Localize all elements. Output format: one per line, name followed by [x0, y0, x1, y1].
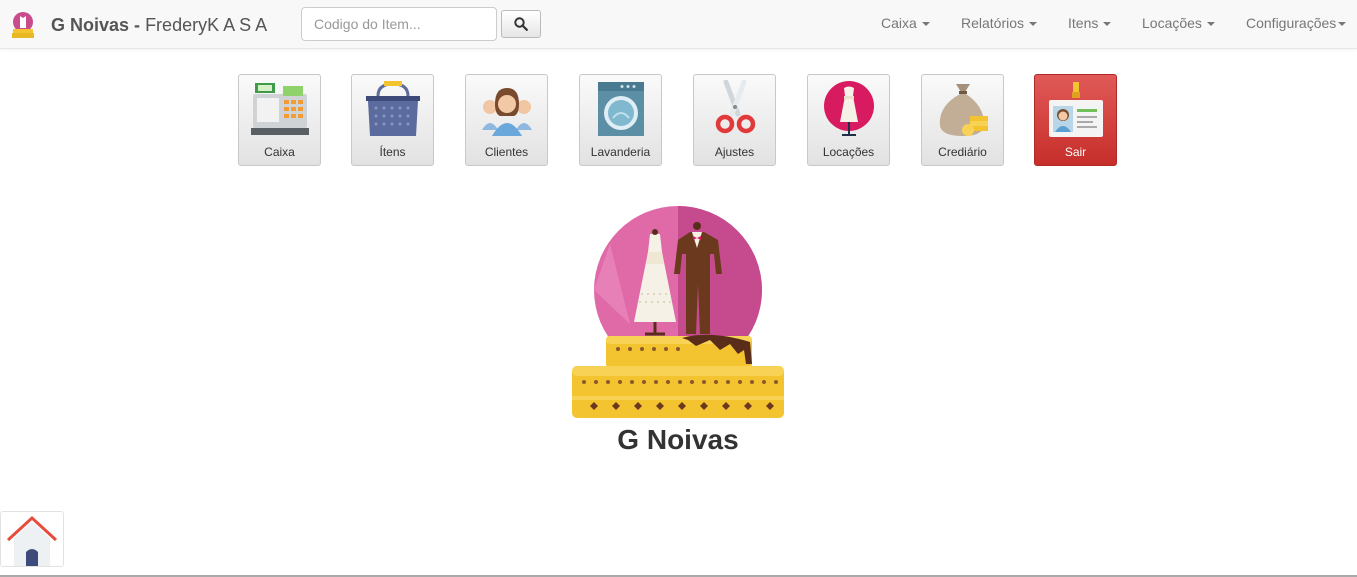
tile-clientes-label: Clientes — [484, 145, 529, 159]
menu-caixa-label: Caixa — [881, 15, 917, 31]
tile-caixa[interactable]: Caixa — [238, 74, 321, 166]
scissors-icon — [715, 80, 756, 134]
search-icon — [514, 17, 528, 31]
brand-separator: - — [134, 15, 141, 35]
search-input[interactable] — [301, 7, 497, 41]
tile-sair[interactable]: Sair — [1034, 74, 1117, 166]
brand-title[interactable]: G Noivas - FrederyK A S A — [51, 14, 267, 36]
tile-caixa-label: Caixa — [264, 145, 295, 159]
brand-name: G Noivas — [51, 15, 130, 35]
chevron-down-icon — [1338, 22, 1347, 27]
id-badge-icon — [1049, 82, 1103, 137]
main-title: G Noivas — [617, 424, 739, 455]
tile-itens[interactable]: Ítens — [351, 74, 434, 166]
money-bag-icon — [939, 84, 988, 136]
menu-relatorios[interactable]: Relatórios — [961, 15, 1038, 31]
menu-configuracoes-label: Configurações — [1246, 15, 1337, 31]
menu-configuracoes[interactable]: Configurações — [1246, 15, 1347, 31]
menu-relatorios-label: Relatórios — [961, 15, 1025, 31]
washing-machine-icon — [598, 82, 644, 136]
chevron-down-icon — [1103, 22, 1112, 27]
people-icon — [482, 88, 532, 136]
chevron-down-icon — [1206, 22, 1215, 27]
cash-register-icon — [251, 83, 309, 135]
menu-caixa[interactable]: Caixa — [881, 15, 930, 31]
tile-clientes[interactable]: Clientes — [465, 74, 548, 166]
tile-ajustes[interactable]: Ajustes — [693, 74, 776, 166]
top-navbar: G Noivas - FrederyK A S A Caixa Relatóri… — [0, 0, 1357, 49]
brand-company: FrederyK A S A — [145, 15, 268, 35]
chevron-down-icon — [921, 22, 930, 27]
tile-crediario-label: Crediário — [938, 145, 987, 159]
wedding-logo-icon — [572, 206, 784, 418]
tile-locacoes-label: Locações — [822, 145, 875, 159]
tile-locacoes[interactable]: Locações — [807, 74, 890, 166]
tile-lavanderia-label: Lavanderia — [590, 145, 651, 159]
dress-icon — [824, 81, 874, 136]
tile-itens-label: Ítens — [379, 145, 406, 159]
chevron-down-icon — [1029, 22, 1038, 27]
brand-logo-icon[interactable] — [8, 10, 38, 40]
tile-crediario[interactable]: Crediário — [921, 74, 1004, 166]
basket-icon — [366, 81, 420, 136]
home-icon — [6, 515, 58, 566]
tile-sair-label: Sair — [1064, 145, 1087, 159]
menu-locacoes-label: Locações — [1142, 15, 1202, 31]
tile-ajustes-label: Ajustes — [714, 145, 755, 159]
search-button[interactable] — [501, 10, 541, 38]
menu-itens-label: Itens — [1068, 15, 1099, 31]
menu-itens[interactable]: Itens — [1068, 15, 1112, 31]
menu-locacoes[interactable]: Locações — [1142, 15, 1215, 31]
home-button[interactable] — [0, 511, 64, 567]
tile-lavanderia[interactable]: Lavanderia — [579, 74, 662, 166]
